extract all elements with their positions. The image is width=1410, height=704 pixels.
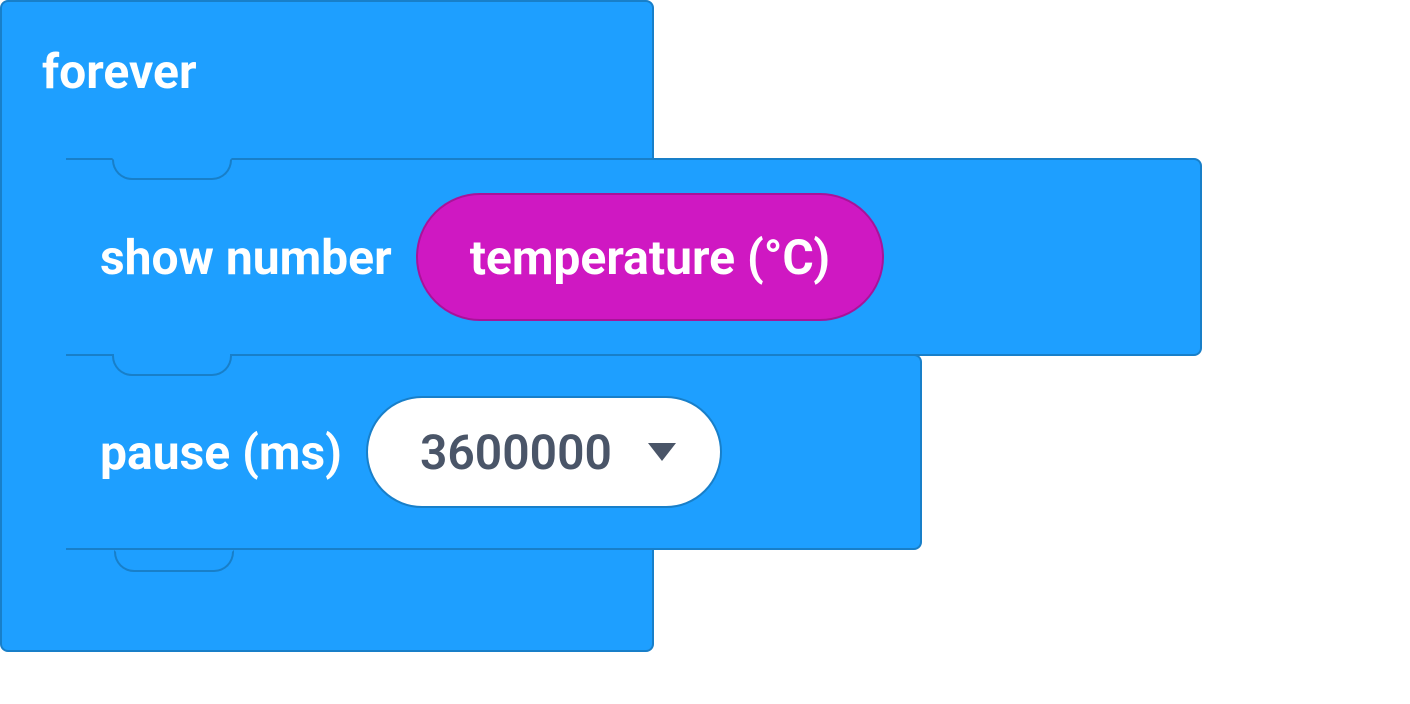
forever-header: forever	[0, 0, 654, 160]
pause-value-dropdown[interactable]: 3600000	[366, 396, 722, 508]
pause-label: pause (ms)	[100, 424, 342, 481]
forever-footer	[0, 550, 654, 652]
show-number-label: show number	[100, 229, 392, 286]
temperature-input-pill[interactable]: temperature (°C)	[416, 193, 884, 321]
forever-label: forever	[42, 43, 197, 100]
inner-blocks-container: show number temperature (°C) pause (ms) …	[64, 160, 1202, 550]
pause-block[interactable]: pause (ms) 3600000	[64, 354, 922, 550]
block-notch	[112, 158, 232, 180]
block-notch	[114, 550, 234, 572]
temperature-label: temperature (°C)	[470, 229, 830, 286]
block-notch	[112, 354, 232, 376]
chevron-down-icon	[648, 443, 676, 461]
forever-block[interactable]: forever show number temperature (°C) pau…	[0, 0, 654, 652]
forever-body: show number temperature (°C) pause (ms) …	[0, 160, 654, 550]
show-number-block[interactable]: show number temperature (°C)	[64, 158, 1202, 356]
pause-value: 3600000	[420, 424, 612, 481]
